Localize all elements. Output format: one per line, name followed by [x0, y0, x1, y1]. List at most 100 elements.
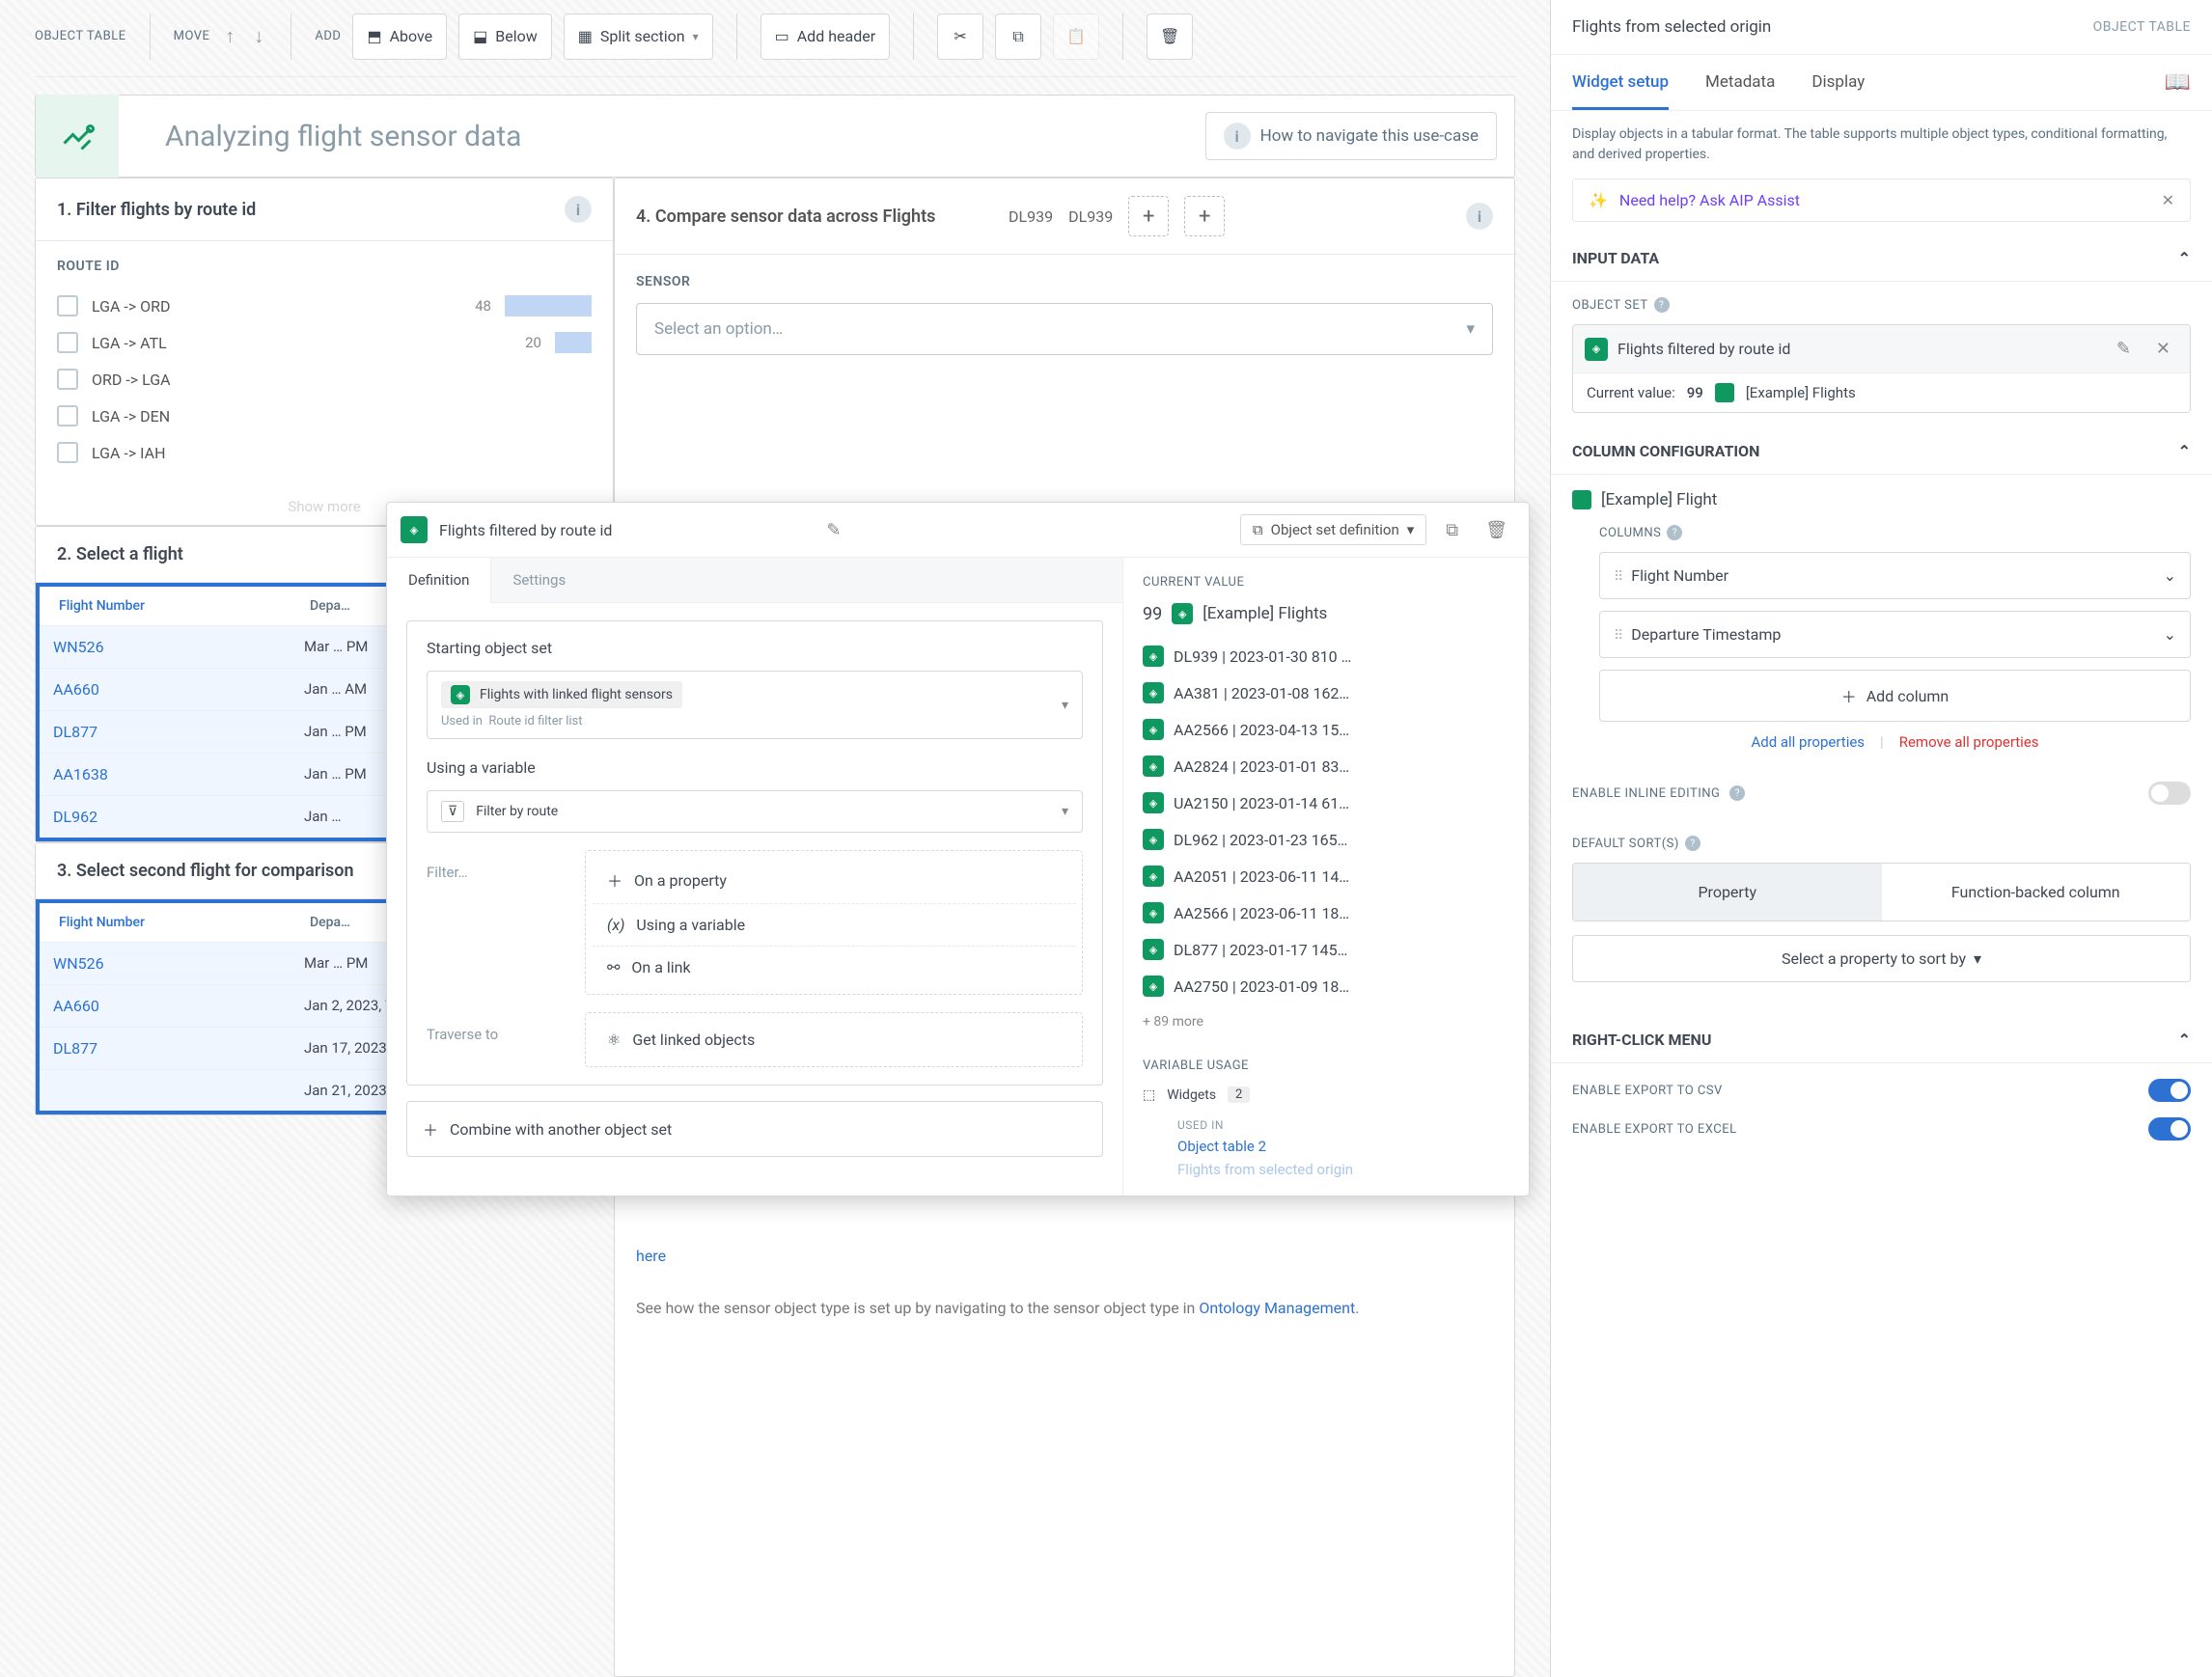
tab-display[interactable]: Display — [1811, 55, 1865, 110]
copy-button[interactable]: ⧉ — [995, 14, 1041, 60]
split-section-button[interactable]: ▦Split section▾ — [564, 14, 713, 60]
route-row[interactable]: ORD -> LGA — [57, 361, 592, 398]
object-icon: ◈ — [1143, 646, 1164, 667]
column-departure[interactable]: ⠿Departure Timestamp⌄ — [1599, 611, 2191, 658]
route-label: LGA -> ORD — [92, 297, 449, 316]
object-table-2-link[interactable]: Object table 2 — [1177, 1138, 1509, 1155]
checkbox[interactable] — [57, 295, 78, 316]
checkbox[interactable] — [57, 442, 78, 463]
object-table-label: OBJECT TABLE — [35, 29, 126, 44]
filter-variable-select[interactable]: ⊽ Filter by route ▾ — [427, 790, 1083, 833]
object-set-label: OBJECT SET? — [1572, 297, 2191, 313]
drag-handle-icon[interactable]: ⠿ — [1614, 569, 1621, 585]
current-value-item[interactable]: ◈AA2566 | 2023-04-13 15… — [1143, 711, 1509, 748]
current-value-item[interactable]: ◈DL877 | 2023-01-17 145… — [1143, 931, 1509, 968]
current-value-item[interactable]: ◈AA2824 | 2023-01-01 83… — [1143, 748, 1509, 784]
route-row[interactable]: LGA -> ORD 48 — [57, 288, 592, 324]
property-tab[interactable]: Property — [1573, 864, 1882, 921]
tab-settings[interactable]: Settings — [491, 558, 1122, 602]
column-config-header[interactable]: COLUMN CONFIGURATION ⌃ — [1551, 428, 2212, 475]
chevron-down-icon: ▾ — [1974, 949, 1981, 968]
edit-icon[interactable]: ✎ — [818, 516, 848, 544]
function-column-tab[interactable]: Function-backed column — [1882, 864, 2191, 921]
object-set-definition-button[interactable]: ⧉ Object set definition ▾ — [1240, 514, 1426, 545]
starting-object-set-label: Starting object set — [427, 639, 1083, 657]
col-flight-number[interactable]: Flight Number — [53, 598, 304, 614]
checkbox[interactable] — [57, 405, 78, 426]
remove-all-link[interactable]: Remove all properties — [1899, 733, 2039, 751]
sort-property-select[interactable]: Select a property to sort by ▾ — [1572, 935, 2191, 982]
show-more-results[interactable]: + 89 more — [1143, 1004, 1509, 1039]
checkbox[interactable] — [57, 369, 78, 390]
route-row[interactable]: LGA -> DEN — [57, 398, 592, 434]
current-value-item[interactable]: ◈AA2566 | 2023-06-11 18… — [1143, 894, 1509, 931]
add-flight-button[interactable]: + — [1128, 196, 1169, 236]
input-data-header[interactable]: INPUT DATA ⌃ — [1551, 235, 2212, 282]
info-icon[interactable]: i — [1466, 203, 1493, 230]
filter-on-link[interactable]: ⚯On a link — [592, 947, 1076, 988]
current-value-item[interactable]: ◈AA2750 | 2023-01-09 18… — [1143, 968, 1509, 1004]
add-all-link[interactable]: Add all properties — [1751, 733, 1865, 751]
add-column-button[interactable]: ＋Add column — [1599, 670, 2191, 722]
current-value-item[interactable]: ◈UA2150 | 2023-01-14 61… — [1143, 784, 1509, 821]
export-excel-toggle[interactable] — [2148, 1117, 2191, 1141]
delete-button[interactable]: 🗑 — [1147, 14, 1193, 60]
route-row[interactable]: LGA -> IAH — [57, 434, 592, 471]
export-csv-toggle[interactable] — [2148, 1079, 2191, 1102]
cut-button[interactable]: ✂ — [937, 14, 983, 60]
current-value-item[interactable]: ◈DL962 | 2023-01-23 165… — [1143, 821, 1509, 858]
paste-button[interactable]: 📋 — [1053, 14, 1099, 60]
filter-using-variable[interactable]: (x)Using a variable — [592, 904, 1076, 947]
filter-label: Filter… — [427, 850, 571, 995]
add-flight-button-2[interactable]: + — [1184, 196, 1225, 236]
current-value-item[interactable]: ◈DL939 | 2023-01-30 810 … — [1143, 638, 1509, 674]
close-icon[interactable]: ✕ — [2162, 191, 2174, 209]
tab-widget-setup[interactable]: Widget setup — [1572, 55, 1669, 110]
help-icon[interactable]: ? — [1685, 836, 1700, 851]
route-row[interactable]: LGA -> ATL 20 — [57, 324, 592, 361]
close-icon[interactable]: ✕ — [2148, 335, 2178, 363]
right-click-menu-header[interactable]: RIGHT-CLICK MENU ⌃ — [1551, 1017, 2212, 1063]
checkbox[interactable] — [57, 332, 78, 353]
column-flight-number[interactable]: ⠿Flight Number⌄ — [1599, 552, 2191, 599]
object-icon: ◈ — [1143, 682, 1164, 703]
move-up-icon[interactable]: ↑ — [221, 20, 238, 52]
add-header-button[interactable]: ▭Add header — [760, 14, 891, 60]
get-linked-objects[interactable]: ⚛Get linked objects — [592, 1019, 1076, 1060]
here-link[interactable]: here — [636, 1247, 666, 1265]
flight-pill-b[interactable]: DL939 — [1068, 207, 1113, 226]
current-value-item[interactable]: ◈AA381 | 2023-01-08 162… — [1143, 674, 1509, 711]
flight-pill-a[interactable]: DL939 — [1009, 207, 1053, 226]
combine-button[interactable]: ＋ Combine with another object set — [406, 1101, 1103, 1157]
help-icon[interactable]: ? — [1654, 297, 1670, 313]
help-icon[interactable]: ? — [1667, 525, 1682, 540]
move-down-icon[interactable]: ↓ — [250, 20, 267, 52]
tab-definition[interactable]: Definition — [387, 558, 491, 603]
current-value-item[interactable]: ◈AA2051 | 2023-06-11 14… — [1143, 858, 1509, 894]
col-flight-number[interactable]: Flight Number — [53, 915, 304, 930]
scissors-icon: ✂ — [954, 27, 966, 45]
help-icon[interactable]: ? — [1729, 785, 1745, 801]
drag-handle-icon[interactable]: ⠿ — [1614, 628, 1621, 644]
info-icon[interactable]: i — [565, 196, 592, 223]
chevron-down-icon: ⌄ — [2164, 625, 2176, 644]
chevron-up-icon: ⌃ — [2178, 1031, 2191, 1049]
docs-icon[interactable]: 📖 — [2165, 55, 2191, 110]
starting-object-set-select[interactable]: ◈Flights with linked flight sensors Used… — [427, 671, 1083, 739]
example-flight-label: [Example] Flight — [1601, 490, 1717, 509]
flights-origin-link[interactable]: Flights from selected origin — [1177, 1161, 1509, 1178]
add-above-button[interactable]: ⬒Above — [352, 14, 447, 60]
widgets-row[interactable]: ⬚ Widgets 2 — [1143, 1086, 1509, 1103]
ontology-link[interactable]: Ontology Management — [1199, 1299, 1355, 1317]
aip-assist-banner[interactable]: ✨ Need help? Ask AIP Assist ✕ — [1572, 179, 2191, 222]
tab-metadata[interactable]: Metadata — [1705, 55, 1775, 110]
variable-usage-label: VARIABLE USAGE — [1143, 1058, 1509, 1073]
edit-icon[interactable]: ✎ — [2109, 335, 2139, 363]
how-to-button[interactable]: i How to navigate this use-case — [1205, 112, 1497, 160]
sensor-select[interactable]: Select an option… ▾ — [636, 303, 1493, 355]
inline-editing-toggle[interactable] — [2148, 782, 2191, 805]
trash-icon[interactable]: 🗑 — [1478, 516, 1515, 544]
filter-on-property[interactable]: ＋On a property — [592, 857, 1076, 904]
copy-icon[interactable]: ⧉ — [1438, 516, 1466, 544]
add-below-button[interactable]: ⬓Below — [458, 14, 552, 60]
